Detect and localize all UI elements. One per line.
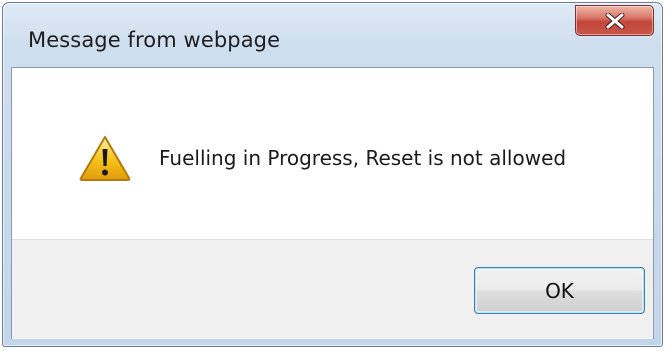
dialog-title: Message from webpage [28, 28, 281, 52]
dialog-titlebar[interactable]: Message from webpage [3, 3, 662, 67]
message-dialog: Message from webpage Fuelling in Progres… [2, 2, 663, 347]
ok-button[interactable]: OK [474, 267, 645, 314]
close-icon [605, 12, 625, 29]
warning-icon [78, 134, 132, 182]
dialog-message: Fuelling in Progress, Reset is not allow… [159, 146, 567, 170]
dialog-footer: OK [12, 239, 653, 339]
close-button[interactable] [575, 5, 654, 36]
dialog-content: Fuelling in Progress, Reset is not allow… [12, 68, 653, 239]
dialog-client-area: Fuelling in Progress, Reset is not allow… [11, 67, 654, 339]
